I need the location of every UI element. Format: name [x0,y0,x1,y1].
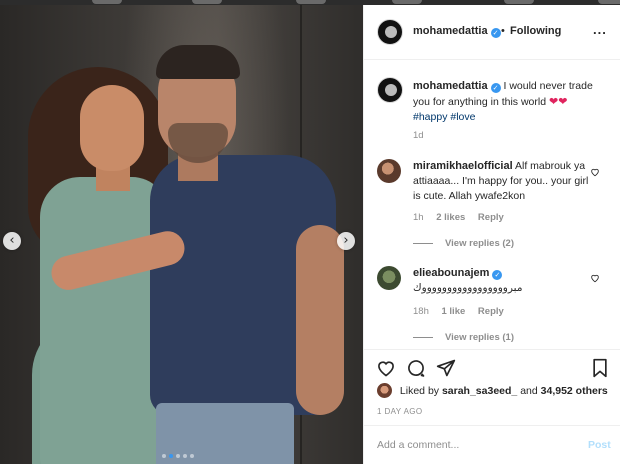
chevron-left-icon[interactable]: ‹ [3,232,21,250]
carousel-dot-active [169,454,173,458]
caption-author-avatar[interactable] [377,77,403,103]
man-arm [296,225,344,415]
comment-text: مبروووووووووووووووووك [413,282,523,294]
heart-outline-icon[interactable] [590,273,600,283]
comment-body: miramikhaelofficial Alf mabrouk ya attia… [413,159,593,204]
likes-summary: Liked by sarah_sa3eed_ and 34,952 others [377,383,608,398]
likes-prefix: Liked by [399,385,440,397]
story-thumb [598,0,620,4]
verified-badge-icon: ✓ [492,270,503,280]
replies-divider [413,336,433,338]
verified-badge-icon: ✓ [490,28,501,38]
carousel-dot [176,454,180,458]
view-replies-label[interactable]: View replies (1) [445,332,514,343]
liker-username[interactable]: sarah_sa3eed_ [442,385,517,397]
story-thumb [392,0,422,4]
post-photo[interactable]: ‹ › [0,5,363,464]
author-username-text[interactable]: mohamedattia [413,25,488,37]
hashtag-love[interactable]: #love [450,111,475,123]
commenter-username[interactable]: miramikhaelofficial [413,160,513,172]
caption-timestamp: 1d [413,130,424,141]
comment-body: elieabounajem ✓ مبروووووووووووووووووك [413,266,593,296]
post-button[interactable]: Post [588,439,611,451]
story-thumb [296,0,326,4]
man-hair [156,45,240,79]
header-separator: • [501,25,505,37]
comment-time: 18h [413,306,429,317]
carousel-indicator [162,454,194,458]
verified-badge-icon: ✓ [490,83,501,93]
carousel-dot [190,454,194,458]
bookmark-icon[interactable] [590,358,610,378]
action-bar [364,349,620,379]
post-side-panel: mohamedattia ✓ • Following ... mohamedatt… [363,5,620,464]
view-replies-button[interactable]: View replies (2) [413,238,514,249]
carousel-dot [183,454,187,458]
reply-button[interactable]: Reply [478,212,504,223]
comment-input[interactable]: Add a comment... [377,439,459,451]
comment-time: 1h [413,212,424,223]
comment-meta: 1h 2 likes Reply [413,212,514,223]
commenter-avatar[interactable] [377,266,401,290]
chevron-right-icon[interactable]: › [337,232,355,250]
hashtag-happy[interactable]: #happy [413,111,447,123]
view-replies-button[interactable]: View replies (1) [413,332,514,343]
heart-emoji: ❤❤ [549,95,568,108]
comment-icon[interactable] [406,358,426,378]
commenter-username[interactable]: elieabounajem [413,267,489,279]
heart-outline-icon[interactable] [376,358,396,378]
following-button[interactable]: Following [510,25,561,37]
add-comment-bar: Add a comment... Post [364,425,620,464]
likes-connector: and [520,385,538,397]
author-username[interactable]: mohamedattia ✓ [413,25,501,38]
heart-outline-icon[interactable] [590,167,600,177]
view-replies-label[interactable]: View replies (2) [445,238,514,249]
comment-meta: 18h 1 like Reply [413,306,514,317]
replies-divider [413,242,433,244]
more-options-icon[interactable]: ... [593,22,607,37]
woman-face [80,85,144,171]
reply-button[interactable]: Reply [478,306,504,317]
story-thumb [92,0,122,4]
post-header: mohamedattia ✓ • Following ... [364,5,620,60]
comment-likes[interactable]: 1 like [442,306,466,317]
carousel-dot [162,454,166,458]
liker-avatar[interactable] [377,383,392,398]
likes-count[interactable]: 34,952 others [541,385,608,397]
post-date[interactable]: 1 DAY AGO [377,407,423,416]
comment-likes[interactable]: 2 likes [436,212,465,223]
author-avatar[interactable] [377,19,403,45]
share-icon[interactable] [436,358,456,378]
post-caption: mohamedattia ✓ I would never trade you fo… [413,79,603,125]
story-thumb [504,0,534,4]
caption-username[interactable]: mohamedattia [413,80,488,92]
woman-dress [40,177,168,464]
story-thumb [192,0,222,4]
commenter-avatar[interactable] [377,159,401,183]
